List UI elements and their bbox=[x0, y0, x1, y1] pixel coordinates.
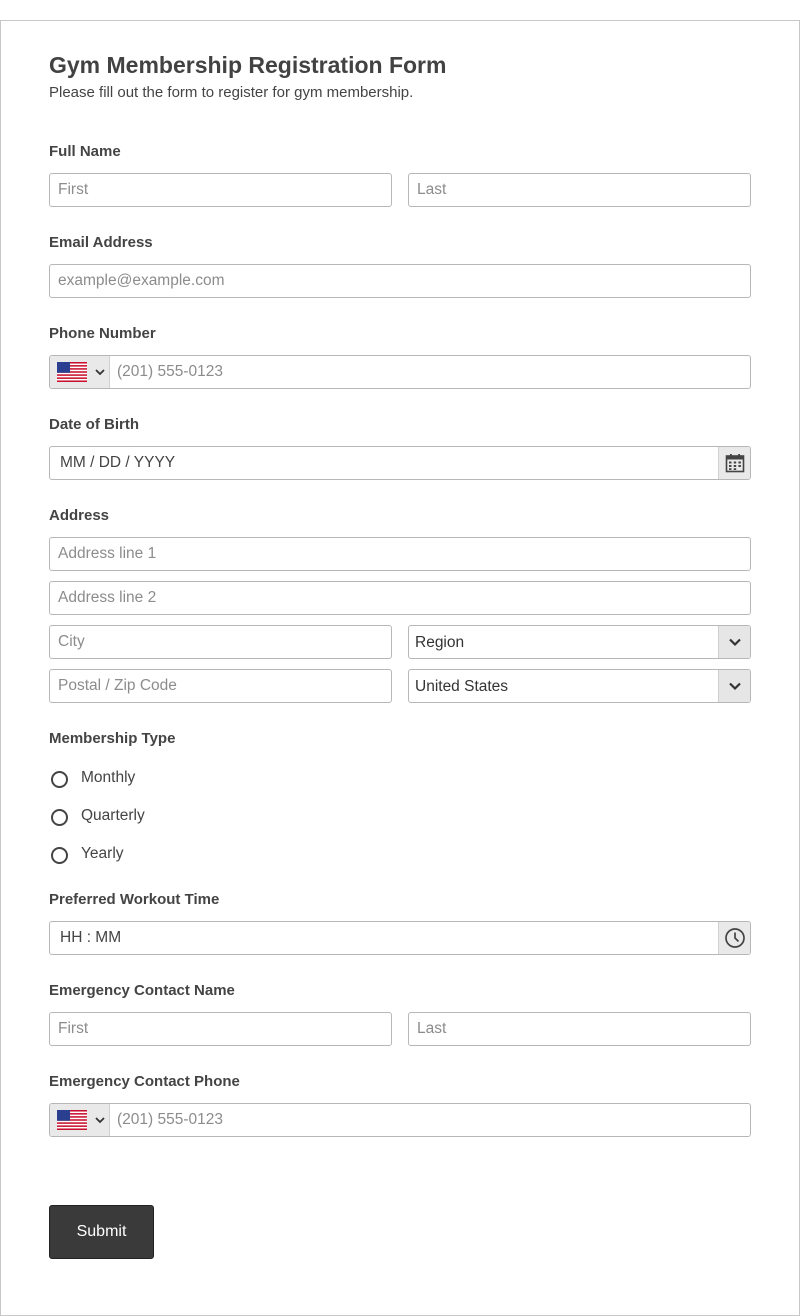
chevron-down-icon bbox=[728, 682, 741, 691]
workout-time-field bbox=[49, 921, 751, 955]
country-dropdown-button[interactable] bbox=[718, 670, 750, 702]
workout-time-label: Preferred Workout Time bbox=[49, 891, 220, 908]
phone-label: Phone Number bbox=[49, 325, 156, 342]
chevron-down-icon bbox=[728, 638, 741, 647]
workout-time-input[interactable] bbox=[50, 922, 718, 954]
dob-input[interactable] bbox=[50, 447, 718, 479]
full-name-label: Full Name bbox=[49, 143, 121, 160]
dob-label: Date of Birth bbox=[49, 416, 139, 433]
radio-button[interactable] bbox=[51, 771, 68, 788]
chevron-down-icon bbox=[95, 1117, 105, 1124]
phone-field bbox=[49, 355, 751, 389]
region-select-value: Region bbox=[415, 634, 465, 651]
country-code-selector[interactable] bbox=[50, 356, 110, 388]
postal-code-input[interactable] bbox=[49, 669, 392, 703]
address-label: Address bbox=[49, 507, 110, 524]
country-code-selector[interactable] bbox=[50, 1104, 110, 1136]
radio-label: Quarterly bbox=[81, 807, 145, 824]
region-dropdown-button[interactable] bbox=[718, 626, 750, 658]
chevron-down-icon bbox=[95, 369, 105, 376]
address-line2-input[interactable] bbox=[49, 581, 751, 615]
time-picker-button[interactable] bbox=[718, 922, 750, 954]
radio-button[interactable] bbox=[51, 809, 68, 826]
email-label: Email Address bbox=[49, 234, 153, 251]
first-name-input[interactable] bbox=[49, 173, 392, 207]
city-input[interactable] bbox=[49, 625, 392, 659]
us-flag-icon bbox=[57, 362, 87, 382]
last-name-input[interactable] bbox=[408, 173, 751, 207]
clock-icon bbox=[724, 928, 745, 948]
form-subtitle: Please fill out the form to register for… bbox=[49, 84, 414, 101]
emergency-last-name-input[interactable] bbox=[408, 1012, 751, 1046]
emergency-phone-field bbox=[49, 1103, 751, 1137]
us-flag-icon bbox=[57, 1110, 87, 1130]
radio-label: Monthly bbox=[81, 769, 136, 786]
emergency-phone-label: Emergency Contact Phone bbox=[49, 1073, 240, 1090]
radio-label: Yearly bbox=[81, 845, 124, 862]
emergency-first-name-input[interactable] bbox=[49, 1012, 392, 1046]
address-line1-input[interactable] bbox=[49, 537, 751, 571]
phone-input[interactable] bbox=[110, 356, 750, 388]
emergency-name-label: Emergency Contact Name bbox=[49, 982, 235, 999]
email-input[interactable] bbox=[49, 264, 751, 298]
dob-field bbox=[49, 446, 751, 480]
calendar-icon bbox=[725, 454, 744, 473]
country-select[interactable]: United States bbox=[408, 669, 751, 703]
emergency-phone-input[interactable] bbox=[110, 1104, 750, 1136]
date-picker-button[interactable] bbox=[718, 447, 750, 479]
region-select[interactable]: Region bbox=[408, 625, 751, 659]
country-select-value: United States bbox=[415, 678, 509, 695]
submit-button[interactable]: Submit bbox=[49, 1205, 154, 1259]
form-title: Gym Membership Registration Form bbox=[49, 52, 447, 78]
membership-type-label: Membership Type bbox=[49, 730, 176, 747]
radio-button[interactable] bbox=[51, 847, 68, 864]
